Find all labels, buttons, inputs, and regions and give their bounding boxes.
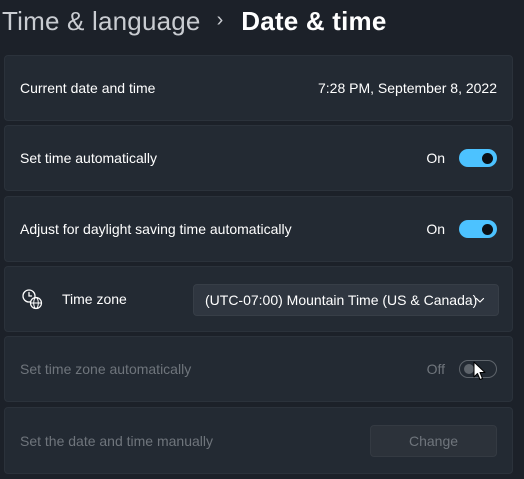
page-title: Date & time	[241, 5, 387, 36]
current-datetime-value: 7:28 PM, September 8, 2022	[318, 80, 497, 96]
set-time-automatically-card: Set time automatically On	[4, 125, 513, 191]
daylight-saving-label: Adjust for daylight saving time automati…	[20, 221, 292, 237]
set-timezone-automatically-label: Set time zone automatically	[20, 361, 192, 377]
daylight-saving-toggle-group: On	[426, 220, 497, 238]
set-time-automatically-label: Set time automatically	[20, 150, 157, 166]
breadcrumb: Time & language › Date & time	[2, 0, 387, 42]
manual-datetime-label: Set the date and time manually	[20, 432, 214, 449]
set-time-automatically-toggle[interactable]	[459, 149, 497, 167]
time-zone-selected-value: (UTC-07:00) Mountain Time (US & Canada)	[205, 292, 478, 308]
globe-clock-icon	[22, 289, 43, 310]
toggle-knob	[482, 223, 493, 235]
set-time-automatically-toggle-group: On	[426, 149, 497, 167]
breadcrumb-separator: ›	[216, 8, 224, 31]
chevron-down-icon	[475, 297, 485, 303]
set-timezone-automatically-state: Off	[426, 361, 445, 377]
current-datetime-card: Current date and time 7:28 PM, September…	[4, 55, 513, 121]
change-datetime-button[interactable]: Change	[370, 424, 497, 457]
set-time-automatically-state: On	[426, 150, 445, 166]
breadcrumb-parent-link[interactable]: Time & language	[2, 6, 201, 37]
time-zone-label: Time zone	[62, 291, 127, 307]
date-time-settings-page: Time & language › Date & time Current da…	[0, 0, 524, 479]
toggle-knob	[482, 152, 493, 164]
time-zone-dropdown[interactable]: (UTC-07:00) Mountain Time (US & Canada)	[193, 284, 499, 316]
set-timezone-automatically-card: Set time zone automatically Off	[4, 336, 513, 402]
daylight-saving-toggle[interactable]	[459, 220, 497, 238]
mouse-cursor-icon	[473, 361, 486, 380]
daylight-saving-state: On	[426, 221, 445, 237]
daylight-saving-card: Adjust for daylight saving time automati…	[4, 196, 513, 262]
time-zone-card: Time zone (UTC-07:00) Mountain Time (US …	[4, 266, 513, 332]
current-datetime-label: Current date and time	[20, 80, 156, 96]
manual-datetime-card: Set the date and time manually Change	[4, 407, 513, 474]
